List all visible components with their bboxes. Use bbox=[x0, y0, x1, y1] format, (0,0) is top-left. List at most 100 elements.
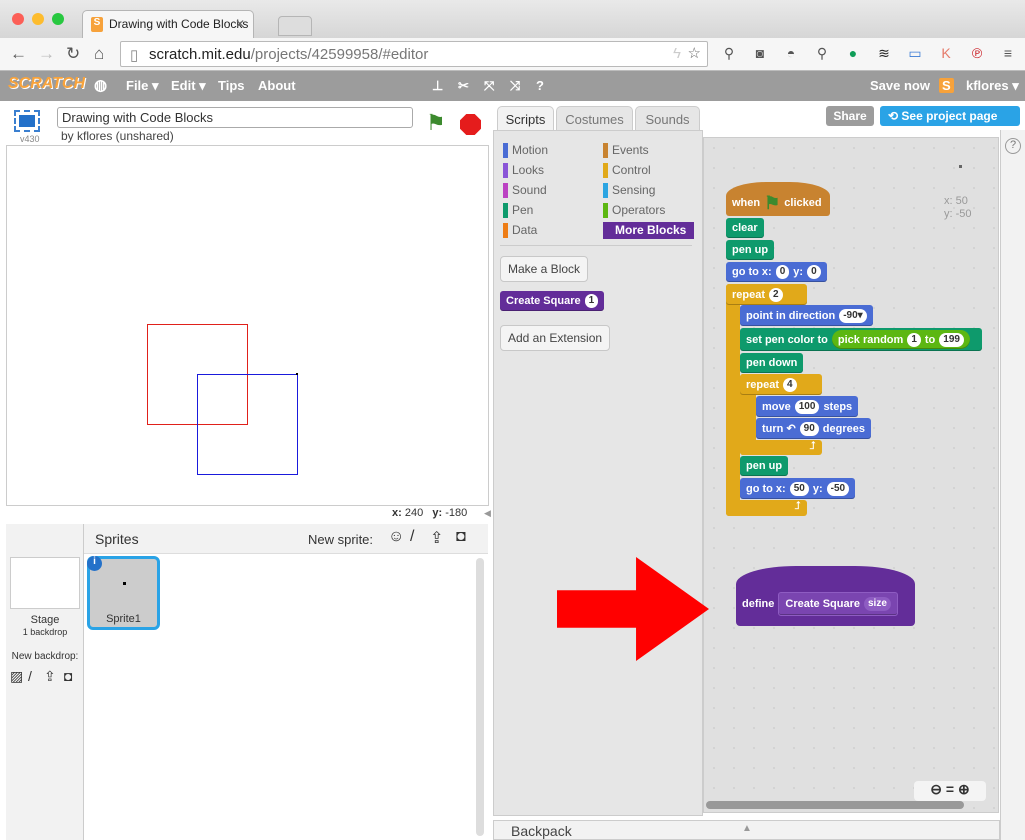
category-more-blocks[interactable]: More Blocks bbox=[603, 222, 694, 239]
point-in-direction-block[interactable]: point in direction -90▾ bbox=[740, 305, 873, 326]
back-icon[interactable]: ← bbox=[10, 44, 27, 64]
turn-degrees-block[interactable]: turn ↶ 90 degrees bbox=[756, 418, 871, 439]
sprites-header: Sprites New sprite: ☺ / ⇪ ◘ bbox=[84, 524, 488, 554]
project-title-input[interactable]: Drawing with Code Blocks bbox=[57, 107, 413, 128]
define-create-square-block[interactable]: define Create Square size bbox=[736, 588, 904, 620]
menu-icon[interactable]: ≡ bbox=[999, 45, 1017, 63]
category-pen[interactable]: Pen bbox=[503, 202, 533, 219]
add-extension-button[interactable]: Add an Extension bbox=[500, 325, 611, 351]
brush-icon[interactable]: / bbox=[28, 668, 32, 684]
make-a-block-button[interactable]: Make a Block bbox=[500, 256, 589, 282]
tab-scripts[interactable]: Scripts bbox=[497, 106, 554, 131]
repeat-outer-block[interactable]: repeat 2 bbox=[726, 284, 807, 305]
collapse-stage-icon[interactable]: ◀ bbox=[484, 508, 491, 519]
save-now-button[interactable]: Save now bbox=[870, 78, 930, 93]
paint-backdrop-icon[interactable]: ▨ bbox=[10, 668, 23, 685]
extension-tool-icon[interactable]: ⚲ bbox=[813, 45, 831, 63]
see-project-page-button[interactable]: ⟲ See project page bbox=[880, 106, 1020, 126]
home-icon[interactable]: ⌂ bbox=[94, 44, 104, 64]
set-pen-color-block[interactable]: set pen color to pick random 1 to 199 bbox=[740, 328, 982, 351]
category-data[interactable]: Data bbox=[503, 222, 537, 239]
bookmark-star-icon[interactable]: ☆ bbox=[688, 44, 701, 62]
new-tab-button[interactable] bbox=[278, 16, 312, 36]
lightning-icon: ϟ bbox=[673, 45, 681, 62]
upload-sprite-icon[interactable]: ⇪ bbox=[430, 528, 443, 548]
stage-thumbnail[interactable] bbox=[10, 557, 80, 609]
close-tab-icon[interactable]: ✕ bbox=[235, 17, 245, 31]
shrink-icon[interactable]: ⤨ bbox=[510, 78, 520, 94]
tab-sounds[interactable]: Sounds bbox=[635, 106, 700, 131]
category-looks[interactable]: Looks bbox=[503, 162, 544, 179]
address-bar[interactable]: ▯ scratch.mit.edu/projects/42599958/#edit… bbox=[120, 41, 708, 67]
scratch-menubar: SCRATCH ◍ File ▾ Edit ▾ Tips About ⊥ ✂ ⤧… bbox=[0, 71, 1025, 101]
scripts-horizontal-scrollbar[interactable] bbox=[706, 801, 964, 809]
fullscreen-icon[interactable] bbox=[14, 110, 40, 132]
duplicate-stamp-icon[interactable]: ⊥ bbox=[432, 78, 443, 94]
forward-icon[interactable]: → bbox=[38, 44, 55, 64]
incognito-icon[interactable]: ◓ bbox=[782, 45, 800, 63]
cut-scissors-icon[interactable]: ✂ bbox=[458, 78, 469, 94]
tab-costumes[interactable]: Costumes bbox=[556, 106, 633, 131]
backpack-bar[interactable]: Backpack ▲ bbox=[493, 820, 1000, 840]
category-sensing[interactable]: Sensing bbox=[603, 182, 655, 199]
window-resize-icon[interactable]: ▭ bbox=[906, 45, 924, 63]
help-icon[interactable]: ? bbox=[536, 78, 544, 93]
create-square-palette-block[interactable]: Create Square 1 bbox=[500, 291, 605, 311]
klout-icon[interactable]: K bbox=[937, 45, 955, 63]
category-operators[interactable]: Operators bbox=[603, 202, 665, 219]
upload-icon[interactable]: ⇪ bbox=[44, 668, 56, 685]
hangouts-icon[interactable]: ● bbox=[844, 45, 862, 63]
zoom-reset-icon[interactable]: = bbox=[946, 781, 954, 797]
help-icon[interactable]: ? bbox=[1005, 138, 1021, 154]
info-icon[interactable]: i bbox=[87, 556, 102, 571]
grow-icon[interactable]: ⤧ bbox=[484, 78, 494, 94]
go-to-xy-block-2[interactable]: go to x: 50 y: -50 bbox=[740, 478, 856, 499]
globe-language-icon[interactable]: ◍ bbox=[94, 76, 107, 94]
repeat-inner-block[interactable]: repeat 4 bbox=[740, 374, 822, 395]
stop-sign-icon[interactable] bbox=[460, 114, 481, 135]
close-window-button[interactable] bbox=[12, 13, 24, 25]
camera-icon[interactable]: ◘ bbox=[64, 668, 72, 684]
extension-wrench-icon[interactable]: ⚲ bbox=[720, 45, 738, 63]
new-sprite-label: New sprite: bbox=[308, 532, 374, 547]
sprite-list-scrollbar[interactable] bbox=[476, 558, 484, 836]
pick-random-block[interactable]: pick random 1 to 199 bbox=[831, 330, 970, 349]
category-events[interactable]: Events bbox=[603, 142, 649, 159]
pen-down-block[interactable]: pen down bbox=[740, 353, 804, 373]
share-button[interactable]: Share bbox=[826, 106, 874, 126]
minimize-window-button[interactable] bbox=[32, 13, 44, 25]
buffer-icon[interactable]: ≋ bbox=[875, 45, 893, 63]
stage-canvas[interactable] bbox=[6, 145, 489, 506]
green-flag-icon[interactable]: ⚑ bbox=[426, 110, 446, 136]
camera-sprite-icon[interactable]: ◘ bbox=[456, 528, 466, 546]
expand-backpack-icon[interactable]: ▲ bbox=[742, 823, 752, 834]
menu-file[interactable]: File ▾ bbox=[126, 78, 159, 94]
clear-block[interactable]: clear bbox=[726, 218, 764, 238]
category-motion[interactable]: Motion bbox=[503, 142, 548, 159]
category-sound[interactable]: Sound bbox=[503, 182, 547, 199]
pocket-icon[interactable]: ◙ bbox=[751, 45, 769, 63]
user-menu[interactable]: kflores ▾ bbox=[966, 78, 1019, 94]
go-to-xy-block[interactable]: go to x: 0 y: 0 bbox=[726, 262, 827, 282]
menu-about[interactable]: About bbox=[258, 78, 296, 93]
sprite-thumbnail-sprite1[interactable]: i Sprite1 bbox=[87, 556, 160, 630]
menu-edit[interactable]: Edit ▾ bbox=[171, 78, 206, 94]
category-control[interactable]: Control bbox=[603, 162, 651, 179]
move-steps-block[interactable]: move 100 steps bbox=[756, 396, 859, 417]
menu-tips[interactable]: Tips bbox=[218, 78, 245, 93]
when-flag-clicked-block[interactable]: when ⚑ clicked bbox=[726, 190, 830, 216]
zoom-out-icon[interactable]: ⊖ bbox=[930, 781, 942, 797]
zoom-in-icon[interactable]: ⊕ bbox=[958, 781, 970, 797]
pinterest-icon[interactable]: ℗ bbox=[968, 45, 986, 63]
zoom-window-button[interactable] bbox=[52, 13, 64, 25]
browser-tab[interactable]: S Drawing with Code Blocks ✕ bbox=[82, 10, 254, 38]
browser-toolbar: ← → ↻ ⌂ ▯ scratch.mit.edu/projects/425999… bbox=[0, 38, 1025, 71]
user-avatar[interactable]: S bbox=[939, 78, 954, 93]
reload-icon[interactable]: ↻ bbox=[66, 44, 80, 64]
choose-sprite-icon[interactable]: ☺ bbox=[388, 528, 404, 546]
paint-sprite-icon[interactable]: / bbox=[410, 528, 414, 546]
pen-up-block[interactable]: pen up bbox=[726, 240, 775, 260]
project-byline: by kflores (unshared) bbox=[61, 129, 174, 143]
pen-up-block-2[interactable]: pen up bbox=[740, 456, 789, 476]
scratch-logo[interactable]: SCRATCH bbox=[8, 75, 85, 93]
